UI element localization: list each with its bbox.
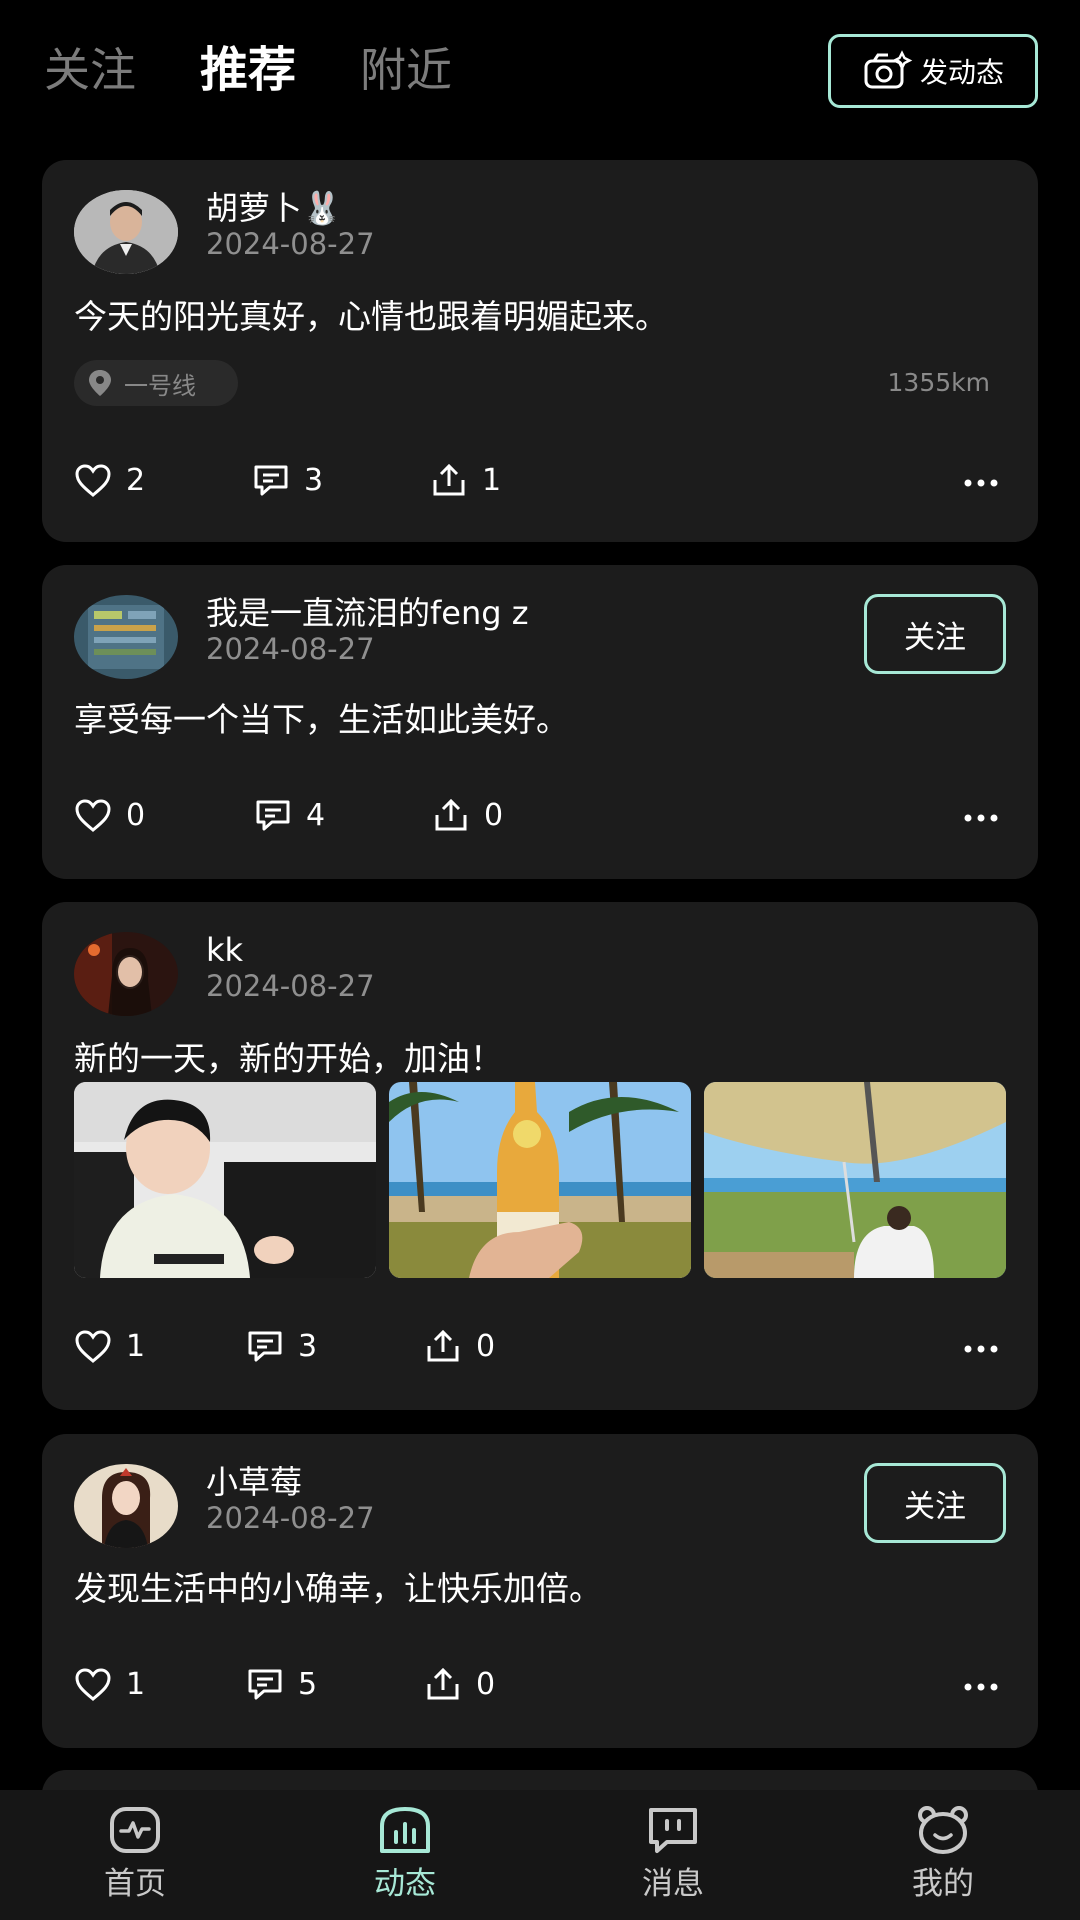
share-icon	[435, 798, 467, 831]
more-options-button[interactable]	[962, 468, 1000, 498]
share-count: 0	[484, 797, 504, 833]
share-count: 0	[476, 1328, 496, 1364]
post-card[interactable]: 胡萝卜🐰 2024-08-27 今天的阳光真好，心情也跟着明媚起来。 一号线 1…	[42, 160, 1038, 542]
like-button[interactable]: 0	[74, 797, 145, 833]
post-photo[interactable]	[74, 1082, 376, 1278]
location-label: 一号线	[124, 371, 196, 400]
tab-nearby[interactable]: 附近	[360, 40, 452, 100]
nav-profile-label: 我的	[912, 1866, 974, 1902]
like-button[interactable]: 1	[74, 1328, 145, 1364]
post-date: 2024-08-27	[206, 632, 375, 666]
avatar[interactable]	[74, 595, 178, 679]
post-moment-label: 发动态	[919, 56, 1004, 89]
chart-bars-icon	[380, 1807, 430, 1853]
comment-icon	[248, 1331, 282, 1362]
like-button[interactable]: 2	[74, 462, 145, 498]
share-icon	[427, 1667, 459, 1700]
feed[interactable]: 胡萝卜🐰 2024-08-27 今天的阳光真好，心情也跟着明媚起来。 一号线 1…	[42, 160, 1038, 1790]
comment-button[interactable]: 5	[246, 1666, 317, 1702]
post-actions: 2 3 1	[74, 462, 1006, 506]
location-tag[interactable]: 一号线	[74, 360, 238, 406]
post-text: 发现生活中的小确幸，让快乐加倍。	[74, 1569, 602, 1608]
heart-icon	[75, 464, 111, 497]
pulse-icon	[110, 1807, 160, 1853]
share-button[interactable]: 0	[424, 1666, 495, 1702]
post-date: 2024-08-27	[206, 1501, 375, 1535]
post-date: 2024-08-27	[206, 227, 375, 261]
comment-button[interactable]: 3	[252, 462, 323, 498]
tab-recommend[interactable]: 推荐	[200, 40, 296, 100]
more-dots-icon	[964, 814, 998, 822]
post-card[interactable]: kk 2024-08-27 新的一天，新的开始，加油！ 1 3 0	[42, 902, 1038, 1410]
nav-moments-label: 动态	[374, 1866, 436, 1902]
nav-home-label: 首页	[104, 1866, 166, 1902]
like-count: 2	[126, 462, 146, 498]
heart-icon	[75, 1668, 111, 1701]
comment-count: 5	[298, 1666, 318, 1702]
post-text: 今天的阳光真好，心情也跟着明媚起来。	[74, 297, 668, 336]
comment-count: 3	[304, 462, 324, 498]
post-photo[interactable]	[389, 1082, 691, 1278]
app-screen: 关注 推荐 附近 发动态 胡萝卜🐰 2024-08-27 今天的阳光真好，心情也…	[0, 0, 1080, 1920]
more-options-button[interactable]	[962, 1334, 1000, 1364]
post-card[interactable]	[42, 1770, 1038, 1790]
heart-icon	[75, 799, 111, 832]
avatar[interactable]	[74, 190, 178, 274]
more-options-button[interactable]	[962, 1672, 1000, 1702]
share-count: 0	[476, 1666, 496, 1702]
bear-face-icon	[918, 1806, 968, 1854]
like-count: 0	[126, 797, 146, 833]
camera-icon	[864, 50, 913, 89]
heart-icon	[75, 1330, 111, 1363]
nav-profile[interactable]: 我的	[878, 1804, 1008, 1906]
share-icon	[427, 1329, 459, 1362]
share-button[interactable]: 0	[424, 1328, 495, 1364]
post-card[interactable]: 小草莓 2024-08-27 关注 发现生活中的小确幸，让快乐加倍。 1 5 0	[42, 1434, 1038, 1748]
like-count: 1	[126, 1666, 146, 1702]
more-dots-icon	[964, 1683, 998, 1691]
like-button[interactable]: 1	[74, 1666, 145, 1702]
comment-button[interactable]: 3	[246, 1328, 317, 1364]
share-count: 1	[482, 462, 502, 498]
avatar[interactable]	[74, 932, 178, 1016]
comment-count: 4	[306, 797, 326, 833]
share-button[interactable]: 1	[430, 462, 501, 498]
comment-icon	[248, 1669, 282, 1700]
comment-button[interactable]: 4	[254, 797, 325, 833]
follow-button[interactable]: 关注	[864, 594, 1006, 674]
follow-button[interactable]: 关注	[864, 1463, 1006, 1543]
avatar[interactable]	[74, 1464, 178, 1548]
post-card[interactable]: 我是一直流泪的feng z 2024-08-27 关注 享受每一个当下，生活如此…	[42, 565, 1038, 879]
post-date: 2024-08-27	[206, 969, 375, 1003]
post-photo[interactable]	[704, 1082, 1006, 1278]
post-actions: 1 3 0	[74, 1328, 1006, 1372]
post-text: 新的一天，新的开始，加油！	[74, 1039, 503, 1078]
photo-grid	[74, 1082, 1006, 1278]
top-bar: 关注 推荐 附近 发动态	[0, 0, 1080, 150]
share-button[interactable]: 0	[432, 797, 503, 833]
post-actions: 0 4 0	[74, 797, 1006, 841]
more-options-button[interactable]	[962, 803, 1000, 833]
nav-messages[interactable]: 消息	[608, 1804, 738, 1906]
nav-home[interactable]: 首页	[70, 1804, 200, 1906]
nav-messages-label: 消息	[642, 1866, 704, 1902]
comment-icon	[256, 800, 290, 831]
message-icon	[649, 1808, 697, 1853]
nav-moments[interactable]: 动态	[340, 1804, 470, 1906]
post-moment-button[interactable]: 发动态	[828, 34, 1038, 108]
location-pin-icon	[89, 370, 111, 396]
share-icon	[433, 463, 465, 496]
tab-follow[interactable]: 关注	[44, 40, 136, 100]
like-count: 1	[126, 1328, 146, 1364]
more-dots-icon	[964, 1345, 998, 1353]
comment-count: 3	[298, 1328, 318, 1364]
bottom-nav: 首页 动态 消息 我的	[0, 1790, 1080, 1920]
post-text: 享受每一个当下，生活如此美好。	[74, 700, 569, 739]
post-actions: 1 5 0	[74, 1666, 1006, 1710]
more-dots-icon	[964, 479, 998, 487]
distance-label: 1355km	[887, 368, 990, 397]
comment-icon	[254, 465, 288, 496]
